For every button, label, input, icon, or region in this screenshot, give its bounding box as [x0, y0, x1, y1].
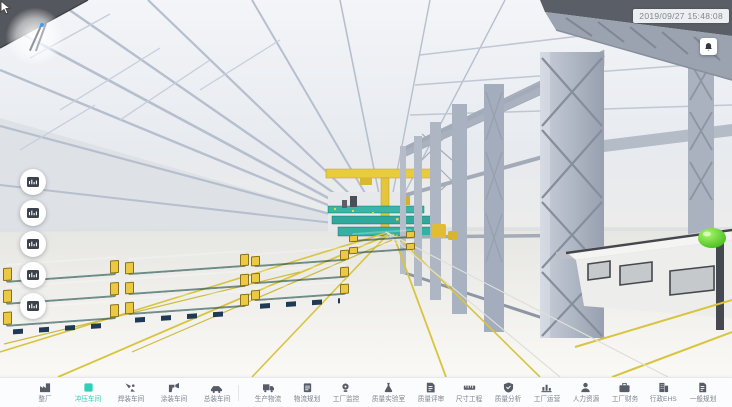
toolbar-item-factory-finance[interactable]: 工厂财务 [611, 381, 639, 404]
toolbar-item-welding[interactable]: 焊装车间 [110, 381, 153, 404]
toolbar-item-stamping[interactable]: 冲压车间 [67, 381, 110, 404]
painting-icon [167, 382, 180, 393]
press-die-stack[interactable] [128, 250, 246, 323]
toolbar-item-logistics[interactable]: 生产物流 [254, 381, 282, 404]
notification-button[interactable] [700, 38, 717, 55]
toolbar-item-quality-review[interactable]: 质量评审 [417, 381, 445, 404]
toolbar-item-human-resources[interactable]: 人力资源 [572, 381, 600, 404]
toolbar-item-admin-ehs[interactable]: 行政EHS [649, 381, 677, 404]
toolbar-item-label: 生产物流 [255, 394, 282, 404]
toolbar-item-quality-analysis[interactable]: 质量分析 [494, 381, 522, 404]
side-panel-button-4[interactable] [20, 262, 46, 288]
panel-dashboard-icon [26, 207, 40, 219]
mouse-cursor [0, 0, 11, 15]
toolbar-item-painting[interactable]: 涂装车间 [152, 381, 195, 404]
panel-dashboard-icon [26, 238, 40, 250]
toolbar-item-factory-monitoring[interactable]: 工厂监控 [332, 381, 360, 404]
panel-dashboard-icon [26, 300, 40, 312]
briefcase-icon [618, 382, 631, 393]
toolbar-item-label: 总装车间 [203, 394, 230, 404]
shield-icon [502, 382, 515, 393]
stamping-icon [82, 382, 95, 393]
toolbar-item-label: 行政EHS [650, 394, 677, 404]
toolbar-item-logistics-planning[interactable]: 物流规划 [293, 381, 321, 404]
building-icon [657, 382, 670, 393]
toolbar-item-label: 焊装车间 [118, 394, 145, 404]
compass-widget[interactable] [6, 8, 64, 66]
side-panel-button-1[interactable] [20, 169, 46, 195]
digital-twin-app: 2019/09/27 15:48:08 整厂 冲压车间 焊装车间 涂装车间 总装车间 生… [0, 0, 732, 407]
report-icon [424, 382, 437, 393]
module-nav-group: 生产物流 物流规划 工厂监控 质量实验室 质量评审 尺寸工程 质量分析 工厂运营 人力资源 工厂财… [239, 381, 732, 404]
toolbar-item-label: 质量分析 [495, 394, 522, 404]
toolbar-item-label: 尺寸工程 [456, 394, 483, 404]
panel-dashboard-icon [26, 269, 40, 281]
toolbar-item-quality-lab[interactable]: 质量实验室 [371, 381, 406, 404]
side-panel-button-2[interactable] [20, 200, 46, 226]
chart-icon [540, 382, 553, 393]
bottom-toolbar: 整厂 冲压车间 焊装车间 涂装车间 总装车间 生产物流 物流规划 工厂监控 质量实验室 质量评审… [0, 377, 732, 407]
3d-factory-viewport[interactable] [0, 0, 732, 377]
person-icon [579, 382, 592, 393]
compass-dot-icon [40, 23, 44, 27]
side-panel-button-3[interactable] [20, 231, 46, 257]
file-icon [696, 382, 709, 393]
toolbar-item-factory-operations[interactable]: 工厂运营 [533, 381, 561, 404]
assembly-icon [210, 382, 223, 393]
toolbar-item-label: 工厂监控 [333, 394, 360, 404]
toolbar-item-label: 一般规划 [689, 394, 716, 404]
truck-icon [262, 382, 275, 393]
clipboard-icon [301, 382, 314, 393]
flask-icon [382, 382, 395, 393]
factory-icon [39, 382, 52, 393]
workshop-nav-group: 整厂 冲压车间 焊装车间 涂装车间 总装车间 [0, 381, 238, 404]
press-die-stack[interactable] [254, 247, 346, 309]
panel-dashboard-icon [26, 176, 40, 188]
toolbar-item-assembly[interactable]: 总装车间 [195, 381, 238, 404]
bell-icon [703, 42, 714, 52]
timestamp: 2019/09/27 15:48:08 [633, 9, 729, 23]
toolbar-item-general-planning[interactable]: 一般规划 [689, 381, 717, 404]
toolbar-item-label: 人力资源 [572, 394, 599, 404]
press-die-stack[interactable] [352, 229, 412, 257]
ruler-icon [463, 382, 476, 393]
toolbar-item-label: 工厂运营 [534, 394, 561, 404]
toolbar-item-label: 工厂财务 [611, 394, 638, 404]
welding-icon [124, 382, 137, 393]
toolbar-item-plant[interactable]: 整厂 [24, 381, 67, 404]
green-status-marker[interactable] [698, 228, 726, 248]
camera-icon [339, 382, 352, 393]
toolbar-item-label: 涂装车间 [160, 394, 187, 404]
toolbar-item-label: 质量实验室 [372, 394, 405, 404]
toolbar-item-label: 物流规划 [294, 394, 321, 404]
toolbar-item-label: 冲压车间 [75, 394, 102, 404]
toolbar-item-label: 质量评审 [417, 394, 444, 404]
toolbar-item-label: 整厂 [39, 394, 52, 404]
toolbar-item-dimension-engineering[interactable]: 尺寸工程 [455, 381, 483, 404]
side-panel-button-5[interactable] [20, 293, 46, 319]
